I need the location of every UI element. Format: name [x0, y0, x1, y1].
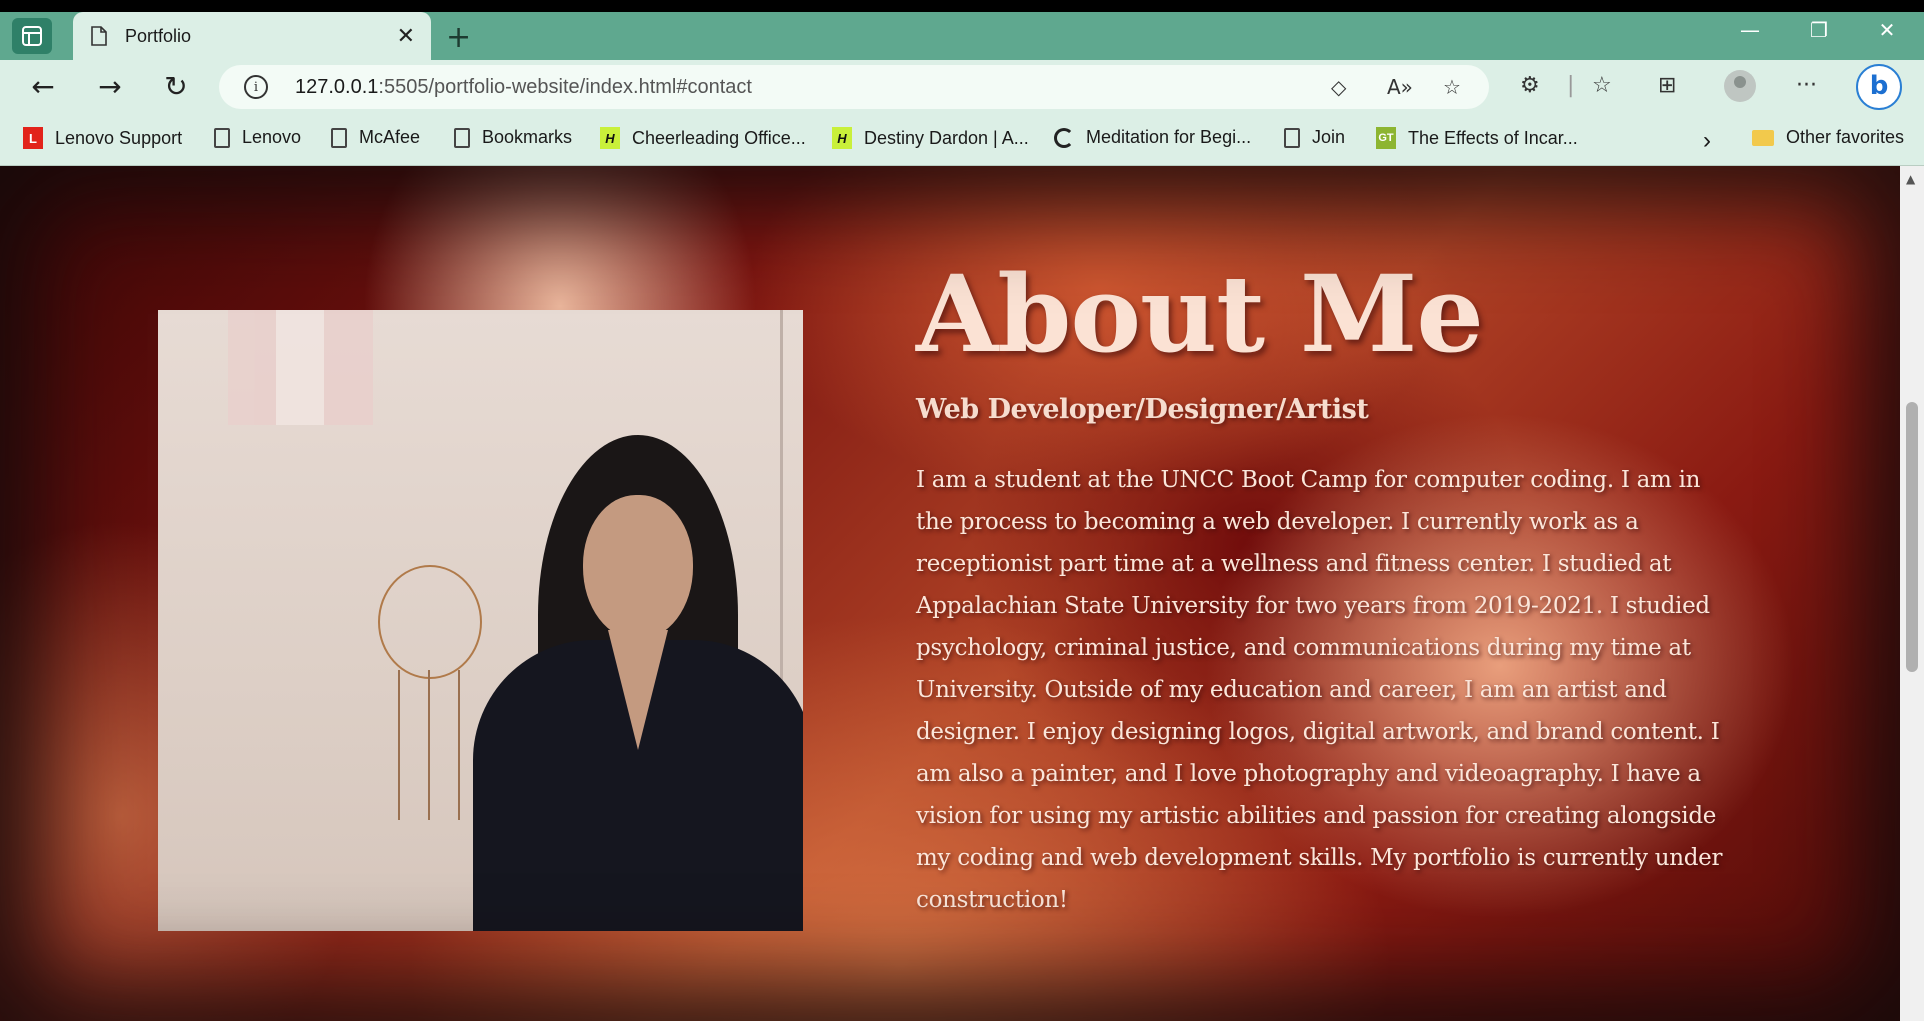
close-tab-icon[interactable]: ✕	[397, 24, 415, 49]
bing-icon[interactable]: b	[1856, 64, 1902, 110]
more-bookmarks-chevron-icon[interactable]: ›	[1703, 127, 1711, 155]
tab-portfolio[interactable]: Portfolio ✕	[73, 12, 431, 60]
toolbar-divider: |	[1567, 73, 1575, 98]
bookmark-mcafee[interactable]: McAfee	[331, 127, 420, 148]
bookmarks-bar: L Lenovo Support Lenovo McAfee Bookmarks…	[0, 115, 1924, 166]
page-icon	[331, 127, 347, 148]
more-options-icon[interactable]: ···	[1796, 73, 1817, 98]
forward-icon[interactable]: →	[92, 70, 128, 103]
folder-icon	[1752, 129, 1774, 146]
bookmark-meditation[interactable]: Meditation for Begi...	[1054, 127, 1251, 148]
restore-icon[interactable]: ❐	[1799, 18, 1839, 42]
collections-icon[interactable]: ⊞	[1658, 73, 1676, 98]
page-icon	[91, 26, 107, 46]
lenovo-icon: L	[23, 127, 43, 149]
bio-paragraph: I am a student at the UNCC Boot Camp for…	[916, 467, 1723, 913]
tab-title: Portfolio	[125, 25, 192, 46]
bookmark-effects-incar[interactable]: GT The Effects of Incar...	[1376, 127, 1578, 149]
new-tab-button[interactable]: +	[446, 20, 471, 55]
other-favorites[interactable]: Other favorites	[1752, 127, 1904, 148]
back-icon[interactable]: ←	[25, 70, 61, 103]
circle-icon	[1054, 127, 1074, 148]
minimize-icon[interactable]: —	[1730, 18, 1770, 42]
scrollbar-thumb[interactable]	[1906, 402, 1918, 672]
refresh-icon[interactable]: ↻	[158, 70, 194, 103]
favorites-icon[interactable]: ☆	[1592, 73, 1612, 98]
photo-face	[583, 495, 693, 640]
tab-bar: Portfolio ✕ + — ❐ ✕	[0, 12, 1924, 60]
bookmark-lenovo-support[interactable]: L Lenovo Support	[23, 127, 182, 149]
add-favorite-icon[interactable]: ☆	[1443, 75, 1461, 99]
h-icon: H	[600, 127, 620, 149]
bookmark-destiny-dardon[interactable]: H Destiny Dardon | A...	[832, 127, 1029, 149]
page-subtitle: Web Developer/Designer/Artist	[916, 394, 1369, 425]
page-scrollbar[interactable]: ▲	[1900, 166, 1924, 1021]
page-content: About Me Web Developer/Designer/Artist I…	[0, 166, 1900, 1021]
gt-icon: GT	[1376, 127, 1396, 149]
page-title: About Me	[916, 251, 1484, 376]
bookmark-bookmarks[interactable]: Bookmarks	[454, 127, 572, 148]
screen-top-edge	[0, 0, 1924, 12]
bookmark-cheerleading[interactable]: H Cheerleading Office...	[600, 127, 806, 149]
read-aloud-icon[interactable]: A»	[1387, 75, 1413, 99]
page-icon	[1284, 127, 1300, 148]
tab-actions-icon	[22, 26, 42, 46]
page-icon	[214, 127, 230, 148]
flag-decoration	[228, 310, 373, 425]
extensions-icon[interactable]: ⚙	[1520, 73, 1540, 98]
site-info-icon[interactable]: i	[244, 75, 268, 99]
scroll-up-icon[interactable]: ▲	[1906, 172, 1915, 186]
bookmark-lenovo[interactable]: Lenovo	[214, 127, 301, 148]
tab-actions-button[interactable]	[12, 18, 52, 54]
page-icon	[454, 127, 470, 148]
profile-photo	[158, 310, 803, 931]
url-text: 127.0.0.1:5505/portfolio-website/index.h…	[295, 75, 752, 98]
tag-icon[interactable]: ◇	[1331, 75, 1346, 99]
browser-toolbar: ← → ↻ i 127.0.0.1:5505/portfolio-website…	[0, 60, 1924, 115]
address-bar[interactable]: i 127.0.0.1:5505/portfolio-website/index…	[219, 65, 1489, 109]
close-window-icon[interactable]: ✕	[1867, 18, 1907, 42]
profile-avatar[interactable]	[1724, 70, 1756, 102]
dreamcatcher	[378, 565, 482, 679]
bookmark-join[interactable]: Join	[1284, 127, 1345, 148]
h-icon: H	[832, 127, 852, 149]
